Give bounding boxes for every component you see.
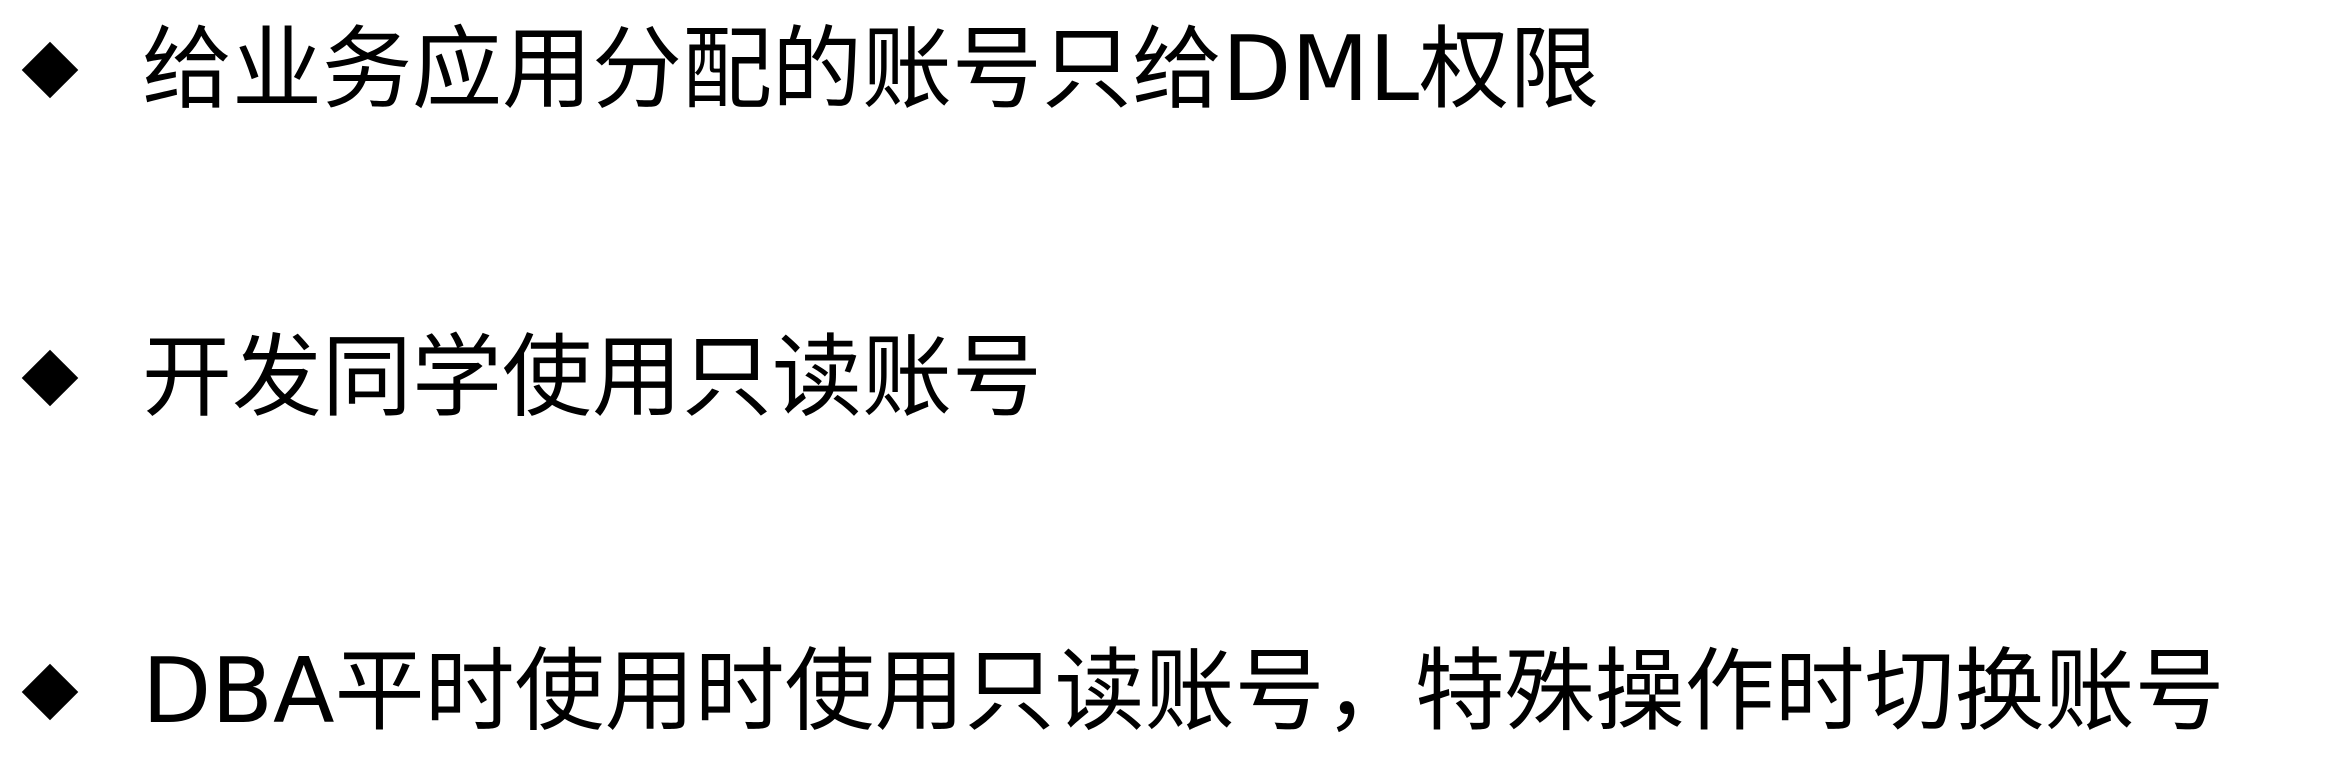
bullet-text: 给业务应用分配的账号只给DML权限	[142, 17, 1600, 122]
diamond-bullet-icon	[22, 664, 78, 720]
diamond-bullet-icon	[22, 42, 78, 98]
bullet-text: 开发同学使用只读账号	[142, 325, 1042, 430]
bullet-item-dml-privilege: 给业务应用分配的账号只给DML权限	[22, 10, 1599, 130]
bullet-text: DBA平时使用时使用只读账号，特殊操作时切换账号	[142, 639, 2225, 744]
slide: 给业务应用分配的账号只给DML权限 开发同学使用只读账号 DBA平时使用时使用只…	[0, 0, 2340, 758]
bullet-item-developer-readonly: 开发同学使用只读账号	[22, 318, 1042, 438]
bullet-item-dba-switch-account: DBA平时使用时使用只读账号，特殊操作时切换账号	[22, 632, 2225, 752]
diamond-bullet-icon	[22, 350, 78, 406]
